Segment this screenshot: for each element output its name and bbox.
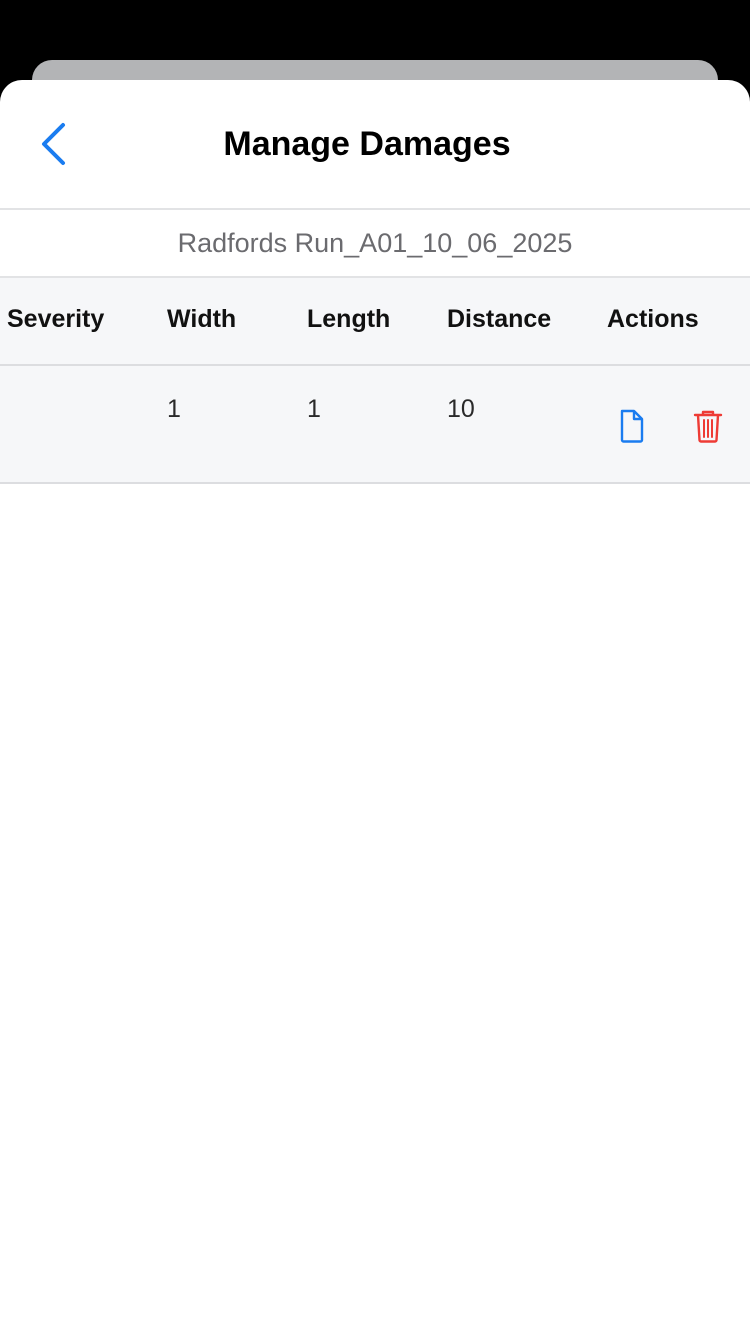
run-name-bar: Radfords Run_A01_10_06_2025	[0, 210, 750, 278]
trash-icon	[693, 410, 723, 443]
document-icon	[620, 409, 644, 443]
table-header: Severity Width Length Distance Actions	[0, 278, 750, 366]
column-header-severity: Severity	[7, 305, 105, 333]
cell-length: 1	[307, 395, 321, 423]
column-header-actions: Actions	[607, 305, 699, 333]
page-title: Manage Damages	[223, 125, 511, 163]
column-header-length: Length	[307, 305, 391, 333]
cell-width: 1	[167, 395, 181, 423]
run-name: Radfords Run_A01_10_06_2025	[177, 227, 573, 258]
column-header-width: Width	[167, 305, 237, 333]
delete-damage-button[interactable]	[686, 404, 730, 448]
navigation-bar: Manage Damages	[0, 80, 750, 210]
cell-distance: 10	[447, 395, 475, 423]
column-header-distance: Distance	[447, 305, 552, 333]
manage-damages-sheet: Manage Damages Radfords Run_A01_10_06_20…	[0, 80, 750, 1334]
table-row: 1 1 10	[0, 366, 750, 484]
view-damage-button[interactable]	[610, 404, 654, 448]
